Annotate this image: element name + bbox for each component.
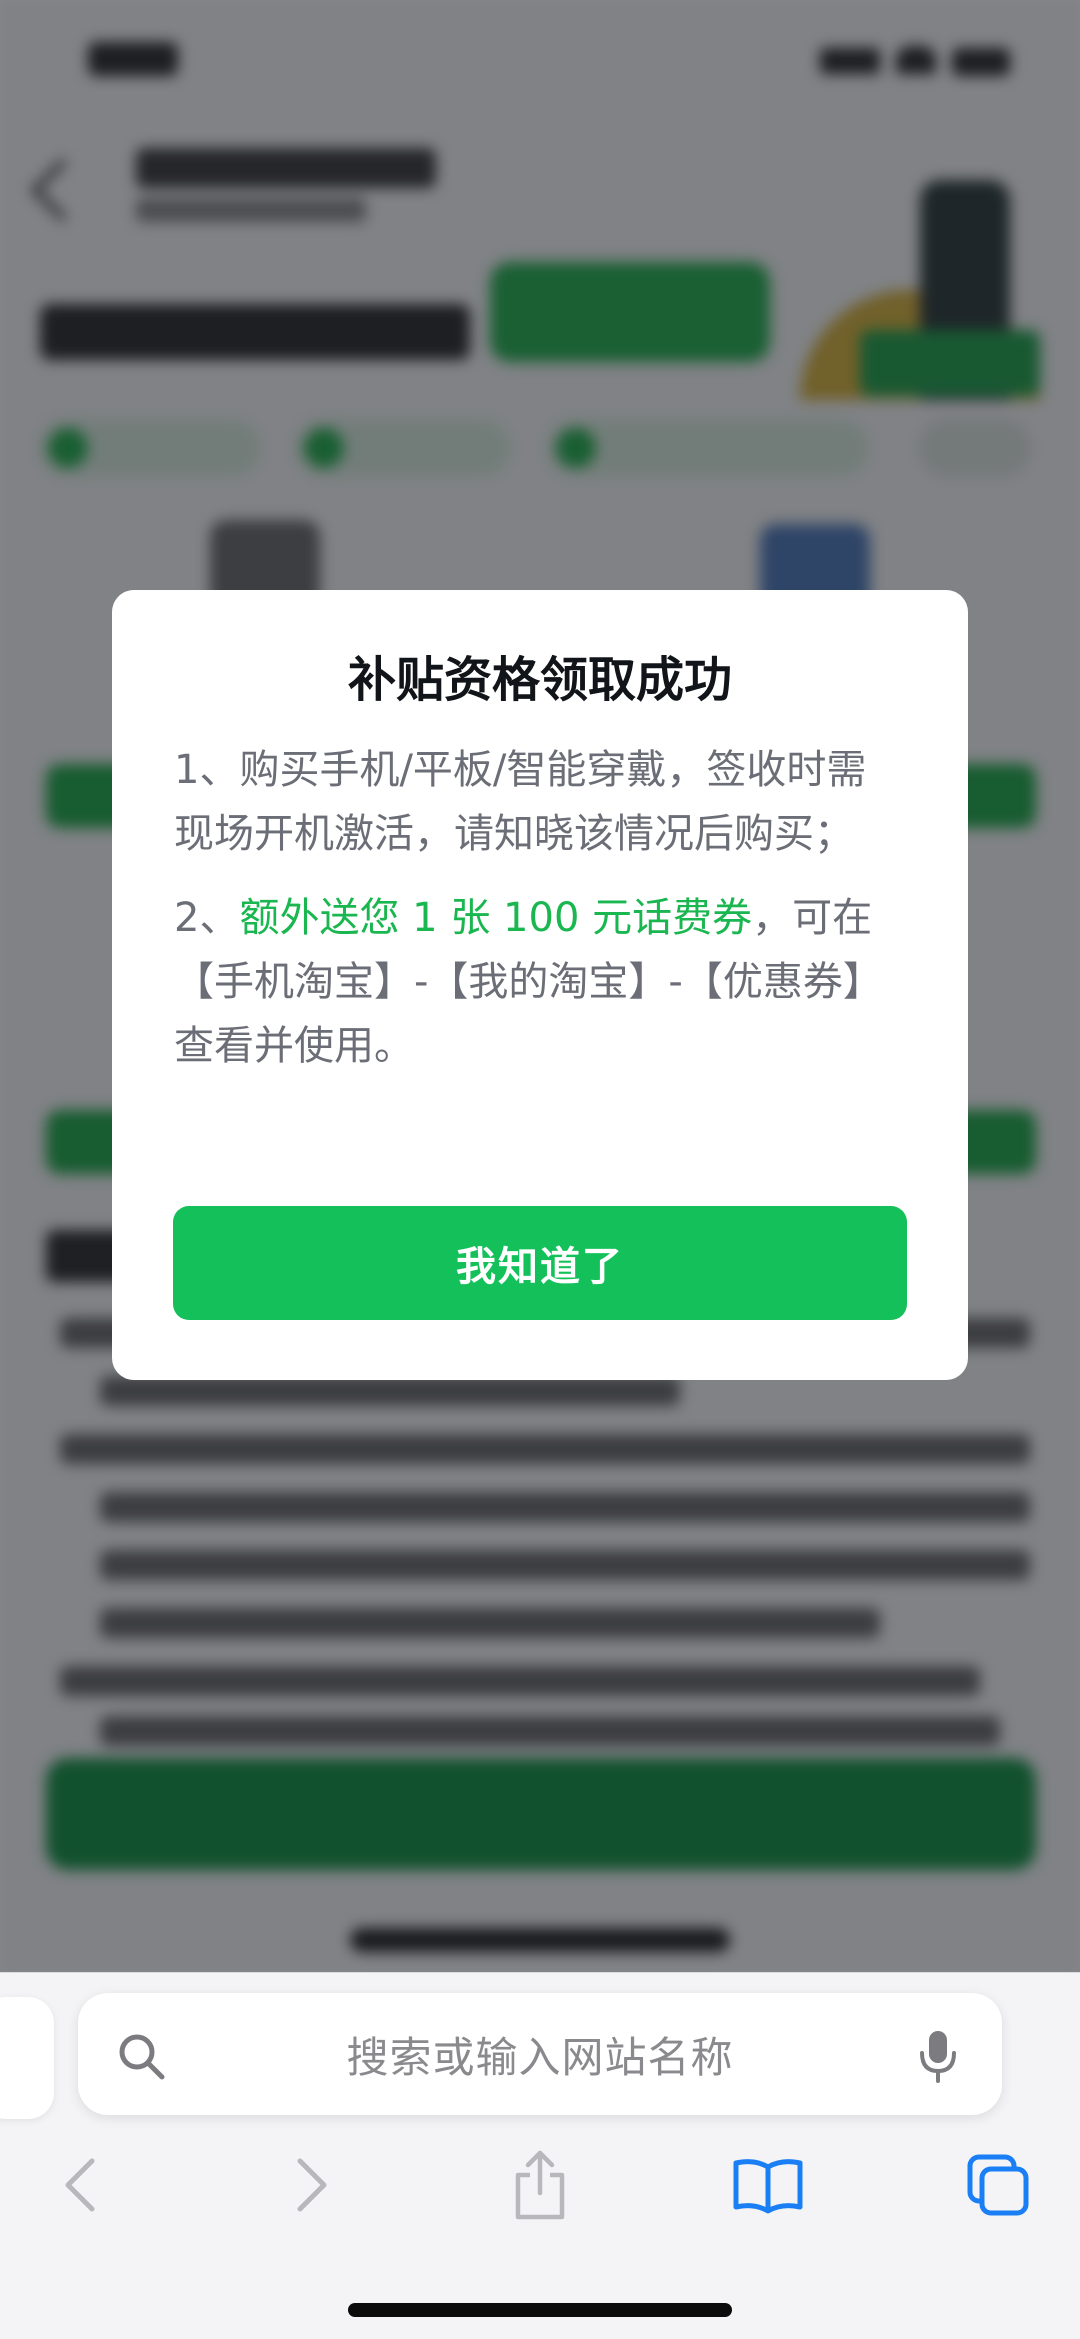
dialog-title: 补贴资格领取成功 (347, 652, 732, 708)
bookmarks-button[interactable] (728, 2145, 808, 2225)
dialog-rule-2-highlight: 额外送您 1 张 100 元话费券 (239, 895, 753, 941)
bookmarks-icon (733, 2159, 803, 2214)
subsidy-success-dialog: 补贴资格领取成功 1、购买手机/平板/智能穿戴，签收时需现场开机激活，请知晓该情… (112, 590, 968, 1380)
dialog-rule-1: 1、购买手机/平板/智能穿戴，签收时需现场开机激活，请知晓该情况后购买； (174, 747, 867, 857)
share-button[interactable] (500, 2145, 580, 2225)
dialog-rule-2-prefix: 2、 (174, 895, 240, 941)
screen: 补贴资格领取成功 1、购买手机/平板/智能穿戴，签收时需现场开机激活，请知晓该情… (0, 0, 1080, 2339)
previous-tab-card[interactable] (0, 1997, 54, 2119)
address-search-field[interactable]: 搜索或输入网站名称 (78, 1993, 1002, 2115)
search-placeholder: 搜索或输入网站名称 (346, 2032, 734, 2082)
share-icon (515, 2150, 565, 2220)
home-indicator[interactable] (348, 2303, 732, 2317)
tabs-button[interactable] (958, 2145, 1038, 2225)
back-button[interactable] (40, 2145, 120, 2225)
got-it-button[interactable]: 我知道了 (173, 1206, 907, 1320)
browser-toolbar: 搜索或输入网站名称 (0, 1972, 1080, 2339)
search-icon (119, 2034, 165, 2080)
forward-icon (297, 2158, 327, 2212)
back-icon (65, 2158, 95, 2212)
dialog-rule-2: 2、额外送您 1 张 100 元话费券，可在【手机淘宝】-【我的淘宝】-【优惠券… (174, 886, 906, 1078)
forward-button[interactable] (272, 2145, 352, 2225)
tabs-icon (967, 2154, 1029, 2216)
mic-icon[interactable] (918, 2029, 958, 2083)
